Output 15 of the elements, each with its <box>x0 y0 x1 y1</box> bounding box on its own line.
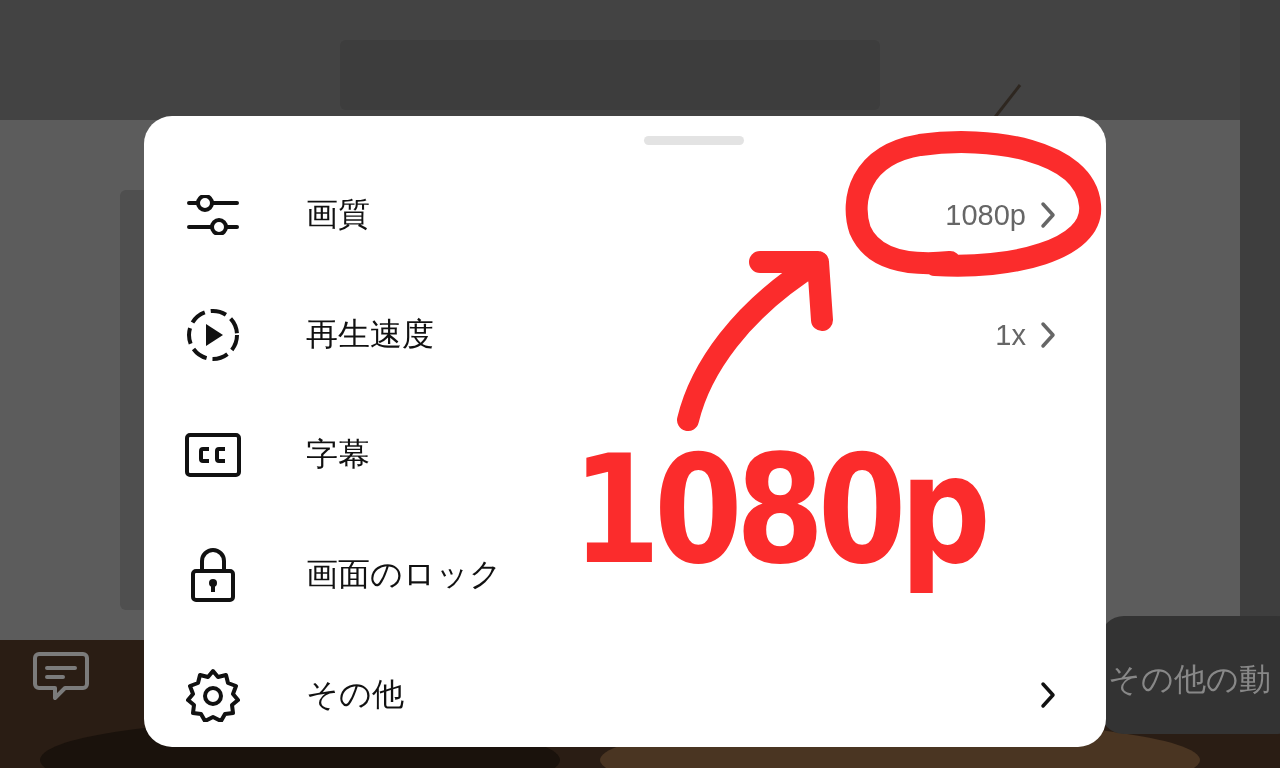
more-videos-label[interactable]: その他の動 <box>1108 658 1271 702</box>
sliders-icon <box>187 195 239 235</box>
menu-item[interactable]: 再生速度 <box>306 313 434 357</box>
menu-item[interactable]: 画質 <box>306 193 370 237</box>
lock-icon <box>190 547 236 603</box>
drag-handle[interactable] <box>644 136 744 145</box>
settings-icon <box>186 668 240 722</box>
current-value: 1080p <box>945 198 1026 232</box>
play-speed-icon <box>185 307 241 363</box>
current-value: 1x <box>995 318 1026 352</box>
menu-item[interactable]: 字幕 <box>306 433 370 477</box>
menu-item[interactable]: 画面のロック <box>306 553 502 597</box>
menu-item[interactable]: その他 <box>306 673 404 717</box>
handwritten-note: 1080p <box>572 422 985 599</box>
captions-icon <box>185 433 241 477</box>
